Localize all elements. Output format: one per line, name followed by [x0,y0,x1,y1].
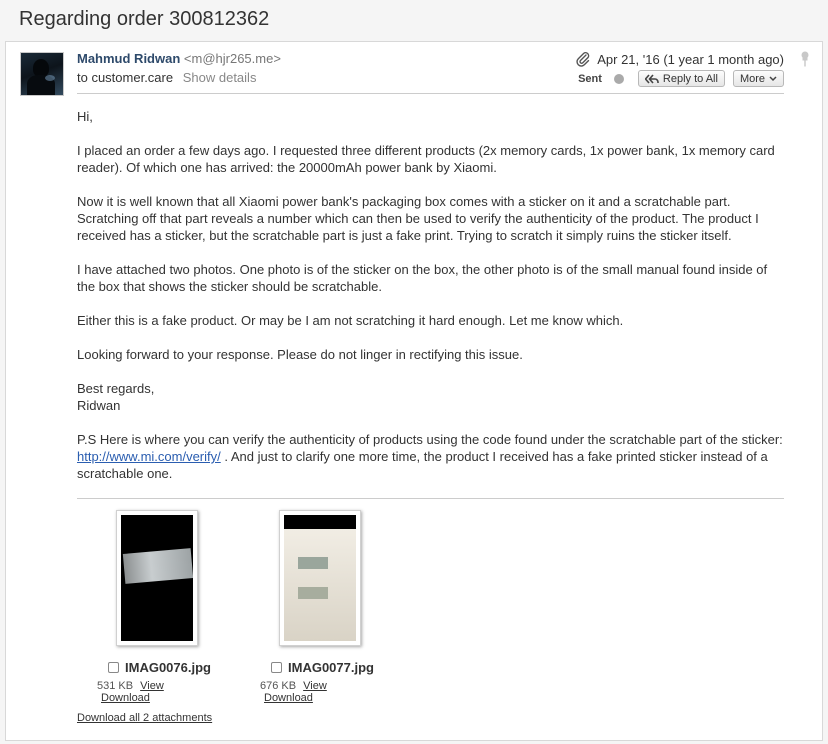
status-label: Sent [578,72,602,85]
attachment-checkbox[interactable] [108,662,119,673]
attachment-view-link[interactable]: View [303,680,327,692]
date-row: Apr 21, '16 (1 year 1 month ago) [575,51,784,67]
reply-all-button[interactable]: Reply to All [637,70,725,87]
body-paragraph-3: I have attached two photos. One photo is… [77,262,768,294]
sender-email: <m@hjr265.me> [183,51,281,66]
attachment-item: IMAG0076.jpg 531 KB View Download [77,510,217,704]
body-paragraph-1: I placed an order a few days ago. I requ… [77,143,775,175]
attachment-item: IMAG0077.jpg 676 KB View Download [240,510,380,704]
status-row: Sent Reply to All More [578,70,784,87]
attachment-filename: IMAG0076.jpg [125,660,211,675]
attachment-view-link[interactable]: View [140,680,164,692]
paperclip-icon [576,52,590,67]
email-subject: Regarding order 300812362 [19,8,270,30]
show-details-link[interactable]: Show details [183,70,257,85]
attachment-thumbnail[interactable] [116,510,198,646]
attachment-size: 531 KB [97,680,134,692]
attachments-divider [77,498,784,499]
body-signoff: Best regards, Ridwan [77,380,787,414]
chevron-down-icon [769,75,777,81]
download-all-link[interactable]: Download all 2 attachments [77,712,212,724]
body-signature: Ridwan [77,398,121,413]
verify-link[interactable]: http://www.mi.com/verify/ [77,449,221,464]
sender-line: Mahmud Ridwan <m@hjr265.me> [77,51,281,66]
reply-all-icon [644,73,659,84]
attachment-checkbox[interactable] [271,662,282,673]
attachment-size: 676 KB [260,680,297,692]
body-greeting: Hi, [77,109,93,124]
message-date: Apr 21, '16 (1 year 1 month ago) [597,51,784,67]
recipient-text: to customer.care [77,70,174,85]
body-paragraph-2: Now it is well known that all Xiaomi pow… [77,194,759,243]
message-body: Hi, I placed an order a few days ago. I … [77,108,787,499]
attachment-filename: IMAG0077.jpg [288,660,374,675]
message-card: Mahmud Ridwan <m@hjr265.me> to customer.… [5,41,823,741]
body-closing: Best regards, [77,381,155,396]
body-paragraph-5: Looking forward to your response. Please… [77,347,523,362]
attachment-download-link[interactable]: Download [264,692,313,704]
reply-all-label: Reply to All [662,72,718,85]
sender-name[interactable]: Mahmud Ridwan [77,51,180,66]
pin-icon[interactable] [800,51,810,67]
more-button[interactable]: More [732,70,784,87]
header-divider [77,93,784,94]
body-paragraph-4: Either this is a fake product. Or may be… [77,313,624,328]
body-postscript: P.S Here is where you can verify the aut… [77,431,787,482]
recipient-line: to customer.care Show details [77,70,256,85]
status-dot [613,73,624,84]
ps-text-before: P.S Here is where you can verify the aut… [77,432,783,447]
attachment-thumbnail[interactable] [279,510,361,646]
more-label: More [739,72,765,85]
attachment-download-link[interactable]: Download [101,692,150,704]
sender-avatar [20,52,64,96]
